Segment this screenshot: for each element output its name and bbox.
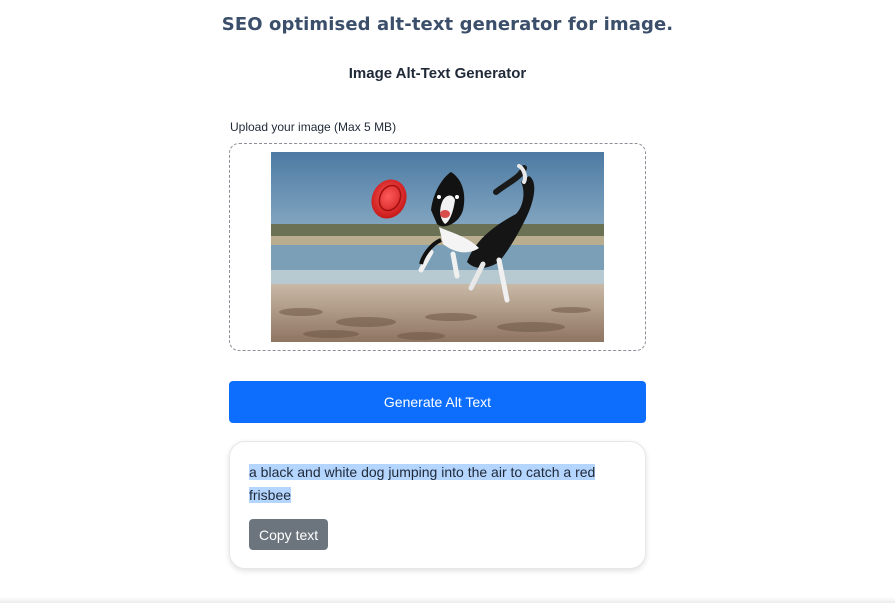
generate-alt-text-button[interactable]: Generate Alt Text [229,381,646,423]
page: SEO optimised alt-text generator for ima… [0,0,895,603]
app-title: Image Alt-Text Generator [348,65,527,82]
copy-text-button[interactable]: Copy text [249,519,329,550]
uploaded-image-preview [271,152,604,342]
upload-label: Upload your image (Max 5 MB) [230,120,397,134]
page-headline: SEO optimised alt-text generator for ima… [221,14,674,35]
alt-text-selection: a black and white dog jumping into the a… [249,464,596,503]
page-bottom-edge [0,597,895,603]
result-card: a black and white dog jumping into the a… [229,441,646,569]
alt-text-output[interactable]: a black and white dog jumping into the a… [249,461,624,507]
